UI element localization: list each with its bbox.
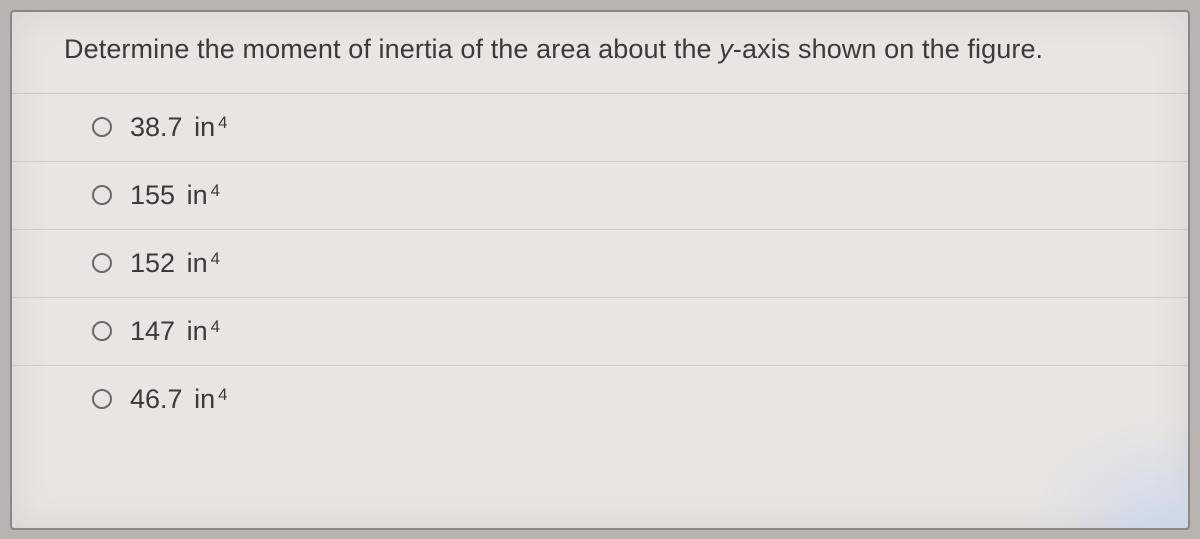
question-prompt: Determine the moment of inertia of the a… <box>12 12 1188 94</box>
option-value: 38.7 <box>130 112 183 143</box>
option-row[interactable]: 38.7 in4 <box>12 94 1188 162</box>
option-unit-base: in <box>194 384 215 415</box>
option-label: 38.7 in4 <box>130 112 227 143</box>
options-list: 38.7 in4 155 in4 152 in4 147 in4 46.7 in <box>12 94 1188 433</box>
option-row[interactable]: 147 in4 <box>12 298 1188 366</box>
option-unit-base: in <box>187 316 208 347</box>
option-label: 155 in4 <box>130 180 220 211</box>
option-value: 155 <box>130 180 175 211</box>
option-label: 147 in4 <box>130 316 220 347</box>
radio-icon[interactable] <box>92 253 112 273</box>
option-row[interactable]: 46.7 in4 <box>12 366 1188 433</box>
option-unit-base: in <box>187 180 208 211</box>
question-prefix: Determine the moment of inertia of the a… <box>64 34 719 64</box>
option-value: 152 <box>130 248 175 279</box>
option-value: 147 <box>130 316 175 347</box>
question-text: Determine the moment of inertia of the a… <box>64 34 1158 65</box>
option-unit-exp: 4 <box>218 113 227 133</box>
option-label: 152 in4 <box>130 248 220 279</box>
radio-icon[interactable] <box>92 389 112 409</box>
radio-icon[interactable] <box>92 117 112 137</box>
option-unit-exp: 4 <box>211 249 220 269</box>
option-row[interactable]: 155 in4 <box>12 162 1188 230</box>
option-unit-exp: 4 <box>211 181 220 201</box>
option-unit-base: in <box>194 112 215 143</box>
option-value: 46.7 <box>130 384 183 415</box>
option-unit-base: in <box>187 248 208 279</box>
radio-icon[interactable] <box>92 185 112 205</box>
question-card: Determine the moment of inertia of the a… <box>10 10 1190 530</box>
question-axis: y <box>719 34 733 64</box>
option-unit-exp: 4 <box>218 385 227 405</box>
option-row[interactable]: 152 in4 <box>12 230 1188 298</box>
option-unit-exp: 4 <box>211 317 220 337</box>
radio-icon[interactable] <box>92 321 112 341</box>
option-label: 46.7 in4 <box>130 384 227 415</box>
question-suffix: -axis shown on the figure. <box>733 34 1043 64</box>
